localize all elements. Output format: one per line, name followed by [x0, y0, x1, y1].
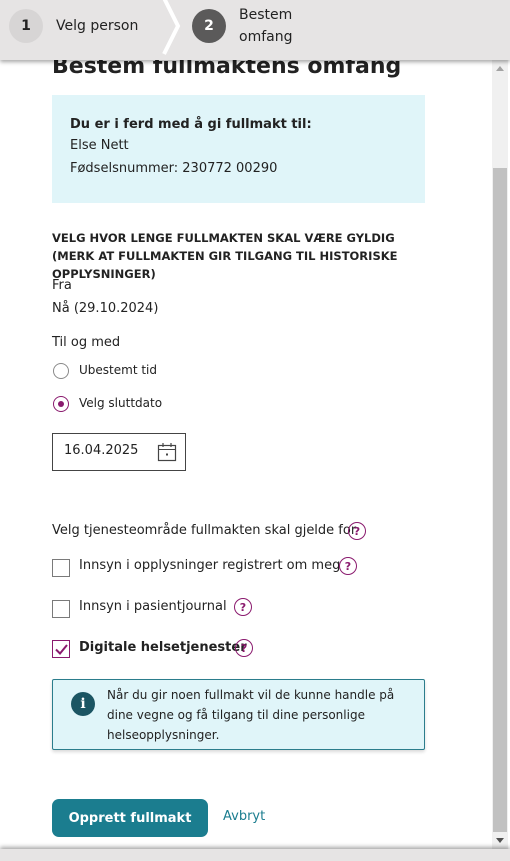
checkbox-patient-journal-label[interactable]: Innsyn i pasientjournal: [79, 599, 227, 614]
services-heading: Velg tjenesteområde fullmakten skal gjel…: [52, 523, 357, 538]
step-number: 2: [192, 9, 226, 43]
digital-services-help-icon[interactable]: ?: [235, 639, 253, 657]
recipient-name: Else Nett: [70, 138, 129, 153]
from-label: Fra: [52, 278, 72, 293]
scroll-down-arrow-icon[interactable]: [496, 838, 504, 843]
checkbox-digital-services-label[interactable]: Digitale helsetjenester: [79, 640, 247, 655]
step-determine-scope[interactable]: 2 Bestem omfang: [192, 0, 309, 52]
checkbox-records-about-me-label[interactable]: Innsyn i opplysninger registrert om meg: [79, 558, 340, 573]
radio-end-date[interactable]: [53, 396, 69, 412]
recipient-info-box: Du er i ferd med å gi fullmakt til: Else…: [52, 95, 425, 203]
step-separator-chevron-icon: [162, 0, 181, 55]
calendar-icon[interactable]: [157, 442, 177, 462]
records-help-icon[interactable]: ?: [339, 557, 357, 575]
to-label: Til og med: [52, 335, 121, 350]
step-label: Bestem omfang: [239, 7, 293, 45]
radio-indefinite-label[interactable]: Ubestemt tid: [79, 363, 157, 377]
scrollbar-thumb[interactable]: [493, 168, 507, 832]
from-value: Nå (29.10.2024): [52, 301, 159, 316]
validity-heading: VELG HVOR LENGE FULLMAKTEN SKAL VÆRE GYL…: [52, 231, 398, 281]
patient-journal-help-icon[interactable]: ?: [234, 598, 252, 616]
services-help-icon[interactable]: ?: [348, 522, 366, 540]
radio-end-date-label[interactable]: Velg sluttdato: [79, 396, 162, 410]
info-note: i Når du gir noen fullmakt vil de kunne …: [52, 679, 425, 750]
scrollbar[interactable]: [492, 60, 508, 849]
recipient-heading: Du er i ferd med å gi fullmakt til:: [70, 117, 312, 132]
checkbox-digital-services[interactable]: [52, 640, 70, 658]
cancel-link[interactable]: Avbryt: [223, 809, 265, 824]
scroll-up-arrow-icon[interactable]: [496, 66, 504, 71]
step-select-person[interactable]: 1 Velg person: [9, 0, 138, 52]
info-icon: i: [71, 692, 95, 716]
checkbox-records-about-me[interactable]: [52, 559, 70, 577]
step-number: 1: [9, 9, 43, 43]
info-note-text: Når du gir noen fullmakt vil de kunne ha…: [107, 688, 395, 742]
checkbox-patient-journal[interactable]: [52, 600, 70, 618]
stepper: 1 Velg person 2 Bestem omfang: [0, 0, 510, 60]
recipient-ssn: Fødselsnummer: 230772 00290: [70, 161, 278, 176]
create-authorization-button[interactable]: Opprett fullmakt: [52, 799, 208, 837]
step-label: Velg person: [56, 18, 139, 34]
checkmark-icon: [55, 644, 68, 655]
window-bottom-edge: [0, 849, 510, 861]
end-date-input[interactable]: [64, 443, 144, 458]
radio-indefinite[interactable]: [53, 363, 69, 379]
end-date-field[interactable]: [52, 433, 186, 471]
